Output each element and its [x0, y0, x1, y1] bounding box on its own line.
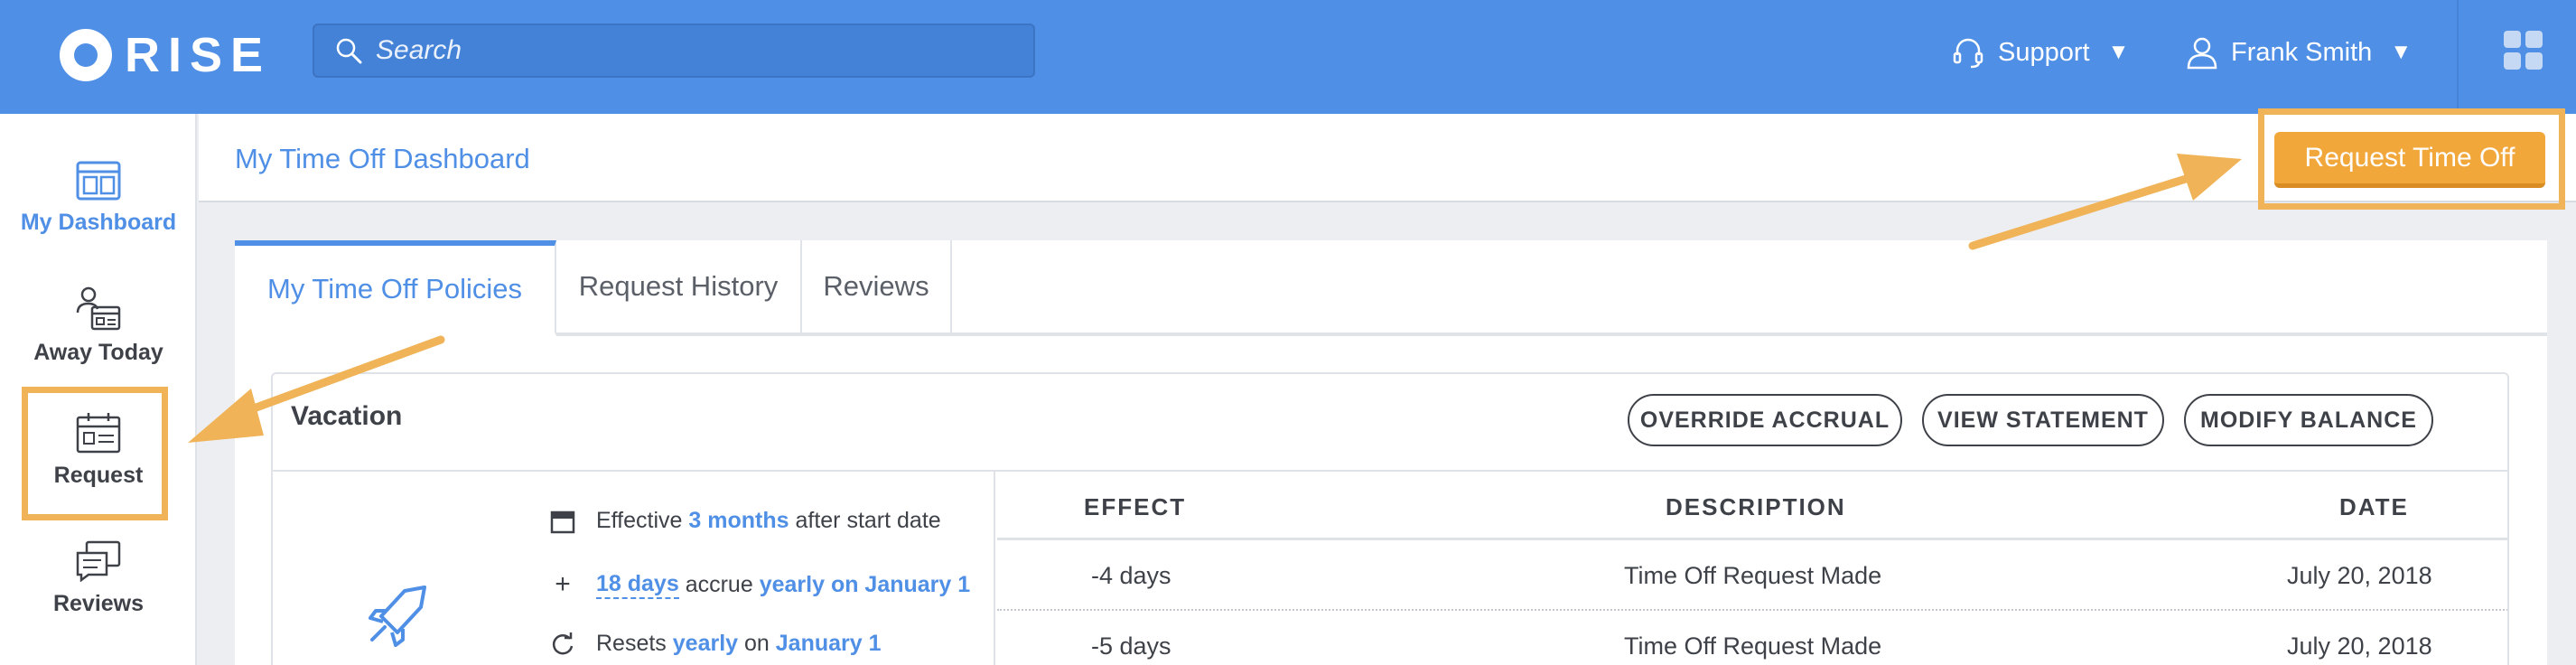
- sidebar-item-away-today[interactable]: Away Today: [0, 286, 197, 366]
- table-row: -5 days Time Off Request Made July 20, 2…: [997, 613, 2507, 665]
- search-bar[interactable]: [313, 23, 1035, 78]
- column-header-effect: EFFECT: [1084, 493, 1187, 520]
- search-input[interactable]: [376, 35, 1008, 66]
- accrue-row: + 18 days accrue yearly on January 1: [549, 569, 970, 600]
- effect-cell: -4 days: [1091, 562, 1171, 589]
- user-name: Frank Smith: [2231, 37, 2373, 67]
- tab-bar: My Time Off Policies Request History Rev…: [235, 240, 2547, 336]
- accrue-label: accrue: [685, 571, 753, 597]
- user-icon: [2187, 37, 2217, 70]
- page-title: My Time Off Dashboard: [235, 143, 530, 174]
- effective-suffix: after start date: [795, 508, 941, 533]
- resets-date: January 1: [775, 631, 882, 656]
- sidebar-item-label: Reviews: [52, 591, 145, 616]
- column-header-description: DESCRIPTION: [1666, 493, 1846, 520]
- effect-cell: -5 days: [1091, 632, 1171, 660]
- rocket-icon: [369, 585, 426, 647]
- away-icon: [76, 286, 121, 331]
- table-row: -4 days Time Off Request Made July 20, 2…: [997, 542, 2507, 611]
- plus-icon: +: [555, 569, 571, 599]
- tab-my-time-off-policies[interactable]: My Time Off Policies: [235, 240, 556, 336]
- reviews-icon: [76, 540, 121, 582]
- effective-row: Effective 3 months after start date: [549, 508, 941, 534]
- page-header: My Time Off Dashboard: [199, 114, 2576, 202]
- policies-card: My Time Off Policies Request History Rev…: [235, 240, 2547, 665]
- resets-on: on: [744, 631, 770, 656]
- accrue-days-link[interactable]: 18 days: [596, 571, 679, 599]
- support-menu[interactable]: Support ▼: [1951, 27, 2129, 78]
- tab-reviews[interactable]: Reviews: [802, 240, 952, 332]
- column-header-date: DATE: [2339, 493, 2409, 520]
- modify-balance-button[interactable]: MODIFY BALANCE: [2184, 394, 2433, 446]
- reset-icon: [552, 632, 574, 654]
- resets-label: Resets: [596, 631, 667, 656]
- tab-label: Reviews: [823, 270, 929, 302]
- caret-down-icon: ▼: [2390, 40, 2413, 64]
- policy-panel: Vacation OVERRIDE ACCRUAL VIEW STATEMENT…: [271, 372, 2509, 665]
- effective-value: 3 months: [688, 508, 789, 533]
- logo-mark: [60, 29, 112, 81]
- sidebar-item-label: Away Today: [33, 340, 163, 365]
- tab-request-history[interactable]: Request History: [556, 240, 802, 332]
- view-statement-button[interactable]: VIEW STATEMENT: [1922, 394, 2164, 446]
- resets-row: Resets yearly on January 1: [549, 631, 882, 657]
- accrue-schedule: yearly on January 1: [759, 571, 971, 597]
- support-label: Support: [1998, 37, 2090, 67]
- logo-text: RISE: [125, 28, 272, 82]
- user-menu[interactable]: Frank Smith ▼: [2186, 27, 2412, 78]
- caret-down-icon: ▼: [2107, 40, 2130, 64]
- policy-title: Vacation: [291, 401, 403, 431]
- sidebar-item-my-dashboard[interactable]: My Dashboard: [0, 161, 197, 236]
- date-cell: July 20, 2018: [2287, 632, 2432, 660]
- highlight-box-request: [22, 387, 168, 520]
- table-header: EFFECT DESCRIPTION DATE: [997, 472, 2507, 540]
- effective-label: Effective: [596, 508, 683, 533]
- sidebar-item-label: My Dashboard: [20, 210, 177, 235]
- apps-grid-icon[interactable]: [2504, 31, 2543, 70]
- tab-label: Request History: [578, 270, 779, 302]
- search-icon: [336, 38, 362, 64]
- calendar-icon: [550, 510, 575, 533]
- date-cell: July 20, 2018: [2287, 562, 2432, 589]
- override-accrual-button[interactable]: OVERRIDE ACCRUAL: [1628, 394, 1902, 446]
- headset-icon: [1953, 38, 1983, 69]
- tab-label: My Time Off Policies: [267, 273, 522, 304]
- highlight-box-request-time-off: [2258, 108, 2565, 210]
- sidebar-item-reviews[interactable]: Reviews: [0, 540, 197, 617]
- rise-logo[interactable]: RISE: [60, 27, 271, 83]
- description-cell: Time Off Request Made: [1624, 562, 1882, 589]
- resets-frequency: yearly: [672, 631, 739, 656]
- policy-info: Effective 3 months after start date + 18…: [273, 472, 995, 665]
- top-bar: RISE Support ▼ Frank Smith ▼: [0, 0, 2576, 114]
- description-cell: Time Off Request Made: [1624, 632, 1882, 660]
- top-divider: [2457, 0, 2459, 114]
- dashboard-icon: [76, 161, 121, 201]
